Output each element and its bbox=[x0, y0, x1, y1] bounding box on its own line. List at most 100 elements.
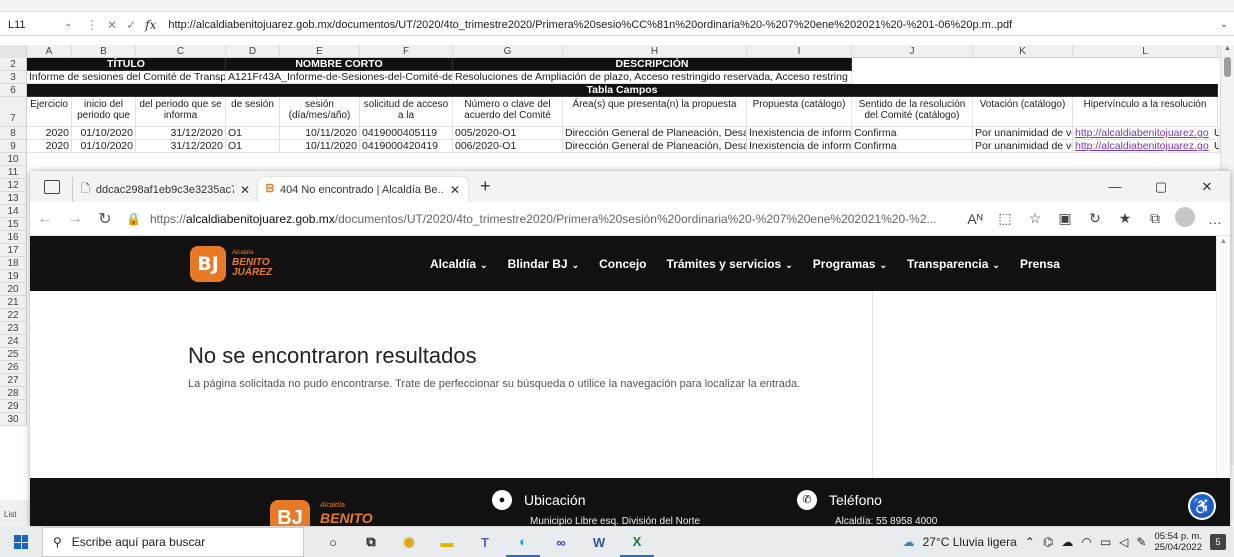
row-header[interactable]: 9 bbox=[0, 140, 27, 153]
excel-icon[interactable]: X bbox=[620, 527, 654, 557]
data-cell[interactable]: Inexistencia de inform bbox=[747, 140, 852, 153]
close-window-button[interactable]: ✕ bbox=[1184, 171, 1230, 202]
menu-item[interactable]: Transparencia ⌄ bbox=[907, 257, 1000, 271]
row-header[interactable]: 28 bbox=[0, 387, 27, 400]
expand-formula-icon[interactable]: ⌄ bbox=[1214, 19, 1234, 30]
read-aloud-icon[interactable]: Aᴺ bbox=[960, 211, 990, 227]
data-cell[interactable]: Inexistencia de inform bbox=[747, 127, 852, 140]
hyperlink-cell[interactable]: http://alcaldiabenitojuarez.go bbox=[1073, 127, 1218, 140]
address-bar[interactable]: 🔒 https:// alcaldiabenitojuarez.gob.mx /… bbox=[126, 206, 954, 232]
row-header[interactable]: 20 bbox=[0, 283, 27, 296]
row-header[interactable]: 13 bbox=[0, 192, 27, 205]
column-header[interactable]: K bbox=[973, 45, 1073, 58]
close-icon[interactable]: ✕ bbox=[240, 183, 250, 197]
data-cell[interactable]: Por unanimidad de vo bbox=[973, 140, 1073, 153]
chevron-up-icon[interactable]: ⌃ bbox=[1025, 535, 1035, 549]
row-header[interactable]: 10 bbox=[0, 153, 27, 166]
edge-icon[interactable]: ◐ bbox=[506, 527, 540, 557]
cell[interactable]: U bbox=[1212, 140, 1220, 153]
row-header[interactable]: 16 bbox=[0, 231, 27, 244]
column-label[interactable]: sesión (día/mes/año) bbox=[280, 97, 360, 127]
row-header[interactable]: 26 bbox=[0, 361, 27, 374]
tab-404[interactable]: ᗷ 404 No encontrado | Alcaldía Be... ✕ bbox=[258, 177, 468, 202]
teams-icon[interactable]: T bbox=[468, 527, 502, 557]
row-header[interactable]: 14 bbox=[0, 205, 27, 218]
row-header[interactable]: 15 bbox=[0, 218, 27, 231]
file-explorer-icon[interactable]: ▬ bbox=[430, 527, 464, 557]
data-cell[interactable]: O1 bbox=[226, 140, 280, 153]
scroll-up-icon[interactable]: ▲ bbox=[1220, 238, 1227, 245]
menu-item[interactable]: Alcaldía ⌄ bbox=[430, 257, 488, 271]
fields-table-header[interactable]: Tabla Campos bbox=[27, 84, 1218, 97]
lock-icon[interactable]: 🔒 bbox=[126, 212, 144, 226]
weather-text[interactable]: 27°C Lluvia ligera bbox=[923, 535, 1017, 549]
pen-icon[interactable]: ✎ bbox=[1136, 535, 1146, 549]
menu-item[interactable]: Programas ⌄ bbox=[813, 257, 887, 271]
back-arrow-icon[interactable]: ← bbox=[30, 210, 60, 228]
data-cell[interactable]: Confirma bbox=[852, 140, 973, 153]
battery-icon[interactable]: ▭ bbox=[1100, 535, 1111, 549]
network-icon[interactable]: ⌬ bbox=[1043, 535, 1053, 549]
column-label[interactable]: del periodo que se informa bbox=[136, 97, 226, 127]
column-header[interactable]: A bbox=[27, 45, 72, 58]
row-header[interactable]: 11 bbox=[0, 166, 27, 179]
data-cell[interactable]: 01/10/2020 bbox=[72, 140, 136, 153]
column-label[interactable]: Propuesta (catálogo) bbox=[747, 97, 852, 127]
collections-icon[interactable]: ⧉ bbox=[1140, 210, 1170, 227]
row-header[interactable]: 23 bbox=[0, 322, 27, 335]
tab-actions-icon[interactable] bbox=[44, 179, 60, 194]
data-cell[interactable]: 31/12/2020 bbox=[136, 140, 226, 153]
data-cell[interactable]: 006/2020-O1 bbox=[453, 140, 563, 153]
formula-input[interactable]: http://alcaldiabenitojuarez.gob.mx/docum… bbox=[164, 19, 1214, 31]
row-header[interactable]: 17 bbox=[0, 244, 27, 257]
row-header[interactable]: 6 bbox=[0, 84, 27, 97]
column-label[interactable]: Área(s) que presenta(n) la propuesta bbox=[563, 97, 747, 127]
task-view-icon[interactable]: ⧉ bbox=[354, 527, 388, 557]
data-cell[interactable]: 10/11/2020 bbox=[280, 127, 360, 140]
column-header[interactable]: J bbox=[852, 45, 973, 58]
cell[interactable]: U bbox=[1212, 127, 1220, 140]
short-name-header[interactable]: NOMBRE CORTO bbox=[226, 58, 453, 71]
row-header[interactable]: 27 bbox=[0, 374, 27, 387]
column-header[interactable]: I bbox=[747, 45, 852, 58]
column-label[interactable]: Ejercicio bbox=[27, 97, 72, 127]
column-label[interactable]: Sentido de la resolución del Comité (cat… bbox=[852, 97, 973, 127]
row-header[interactable]: 8 bbox=[0, 127, 27, 140]
favorites-bar-icon[interactable]: ★ bbox=[1110, 210, 1140, 227]
data-cell[interactable]: Confirma bbox=[852, 127, 973, 140]
menu-item[interactable]: Concejo bbox=[599, 257, 646, 271]
row-header[interactable]: 12 bbox=[0, 179, 27, 192]
profile-avatar[interactable] bbox=[1170, 207, 1200, 230]
column-header[interactable]: D bbox=[226, 45, 280, 58]
row-header[interactable]: 7 bbox=[0, 97, 27, 127]
short-name-cell[interactable]: A121Fr43A_Informe-de-Sesiones-del-Comité… bbox=[226, 71, 453, 84]
description-header[interactable]: DESCRIPCIÓN bbox=[453, 58, 852, 71]
data-cell[interactable]: Dirección General de Planeación, Desar bbox=[563, 140, 747, 153]
page-scrollbar[interactable]: ▲ bbox=[1216, 236, 1230, 478]
refresh-icon[interactable]: ↻ bbox=[90, 209, 120, 229]
new-tab-button[interactable]: + bbox=[480, 176, 491, 197]
data-cell[interactable]: 005/2020-O1 bbox=[453, 127, 563, 140]
onedrive-icon[interactable]: ☁ bbox=[1061, 535, 1073, 549]
maximize-button[interactable]: ▢ bbox=[1138, 171, 1184, 202]
accessibility-icon[interactable]: ♿ bbox=[1188, 492, 1216, 520]
row-header[interactable]: 24 bbox=[0, 335, 27, 348]
more-options-icon[interactable]: ⋮ bbox=[86, 18, 98, 32]
row-header[interactable]: 3 bbox=[0, 71, 27, 84]
close-icon[interactable]: ✕ bbox=[450, 183, 460, 197]
column-label[interactable]: inicio del periodo que bbox=[72, 97, 136, 127]
enter-icon[interactable]: ✓ bbox=[126, 18, 136, 32]
column-header[interactable]: B bbox=[72, 45, 136, 58]
weather-cloud-icon[interactable]: ☁ bbox=[903, 535, 915, 549]
column-label[interactable]: solicitud de acceso a la bbox=[360, 97, 453, 127]
column-label[interactable]: de sesión bbox=[226, 97, 280, 127]
volume-icon[interactable]: ◁ bbox=[1119, 535, 1128, 549]
column-label[interactable]: Número o clave del acuerdo del Comité bbox=[453, 97, 563, 127]
report-title-cell[interactable]: Informe de sesiones del Comité de Transp… bbox=[27, 71, 226, 84]
notification-badge[interactable]: 5 bbox=[1210, 534, 1226, 550]
data-cell[interactable]: 0419000405119 bbox=[360, 127, 453, 140]
title-header[interactable]: TÍTULO bbox=[27, 58, 226, 71]
row-header[interactable]: 18 bbox=[0, 257, 27, 270]
insert-function-icon[interactable]: fx bbox=[145, 18, 156, 32]
select-all-corner[interactable] bbox=[0, 45, 27, 58]
